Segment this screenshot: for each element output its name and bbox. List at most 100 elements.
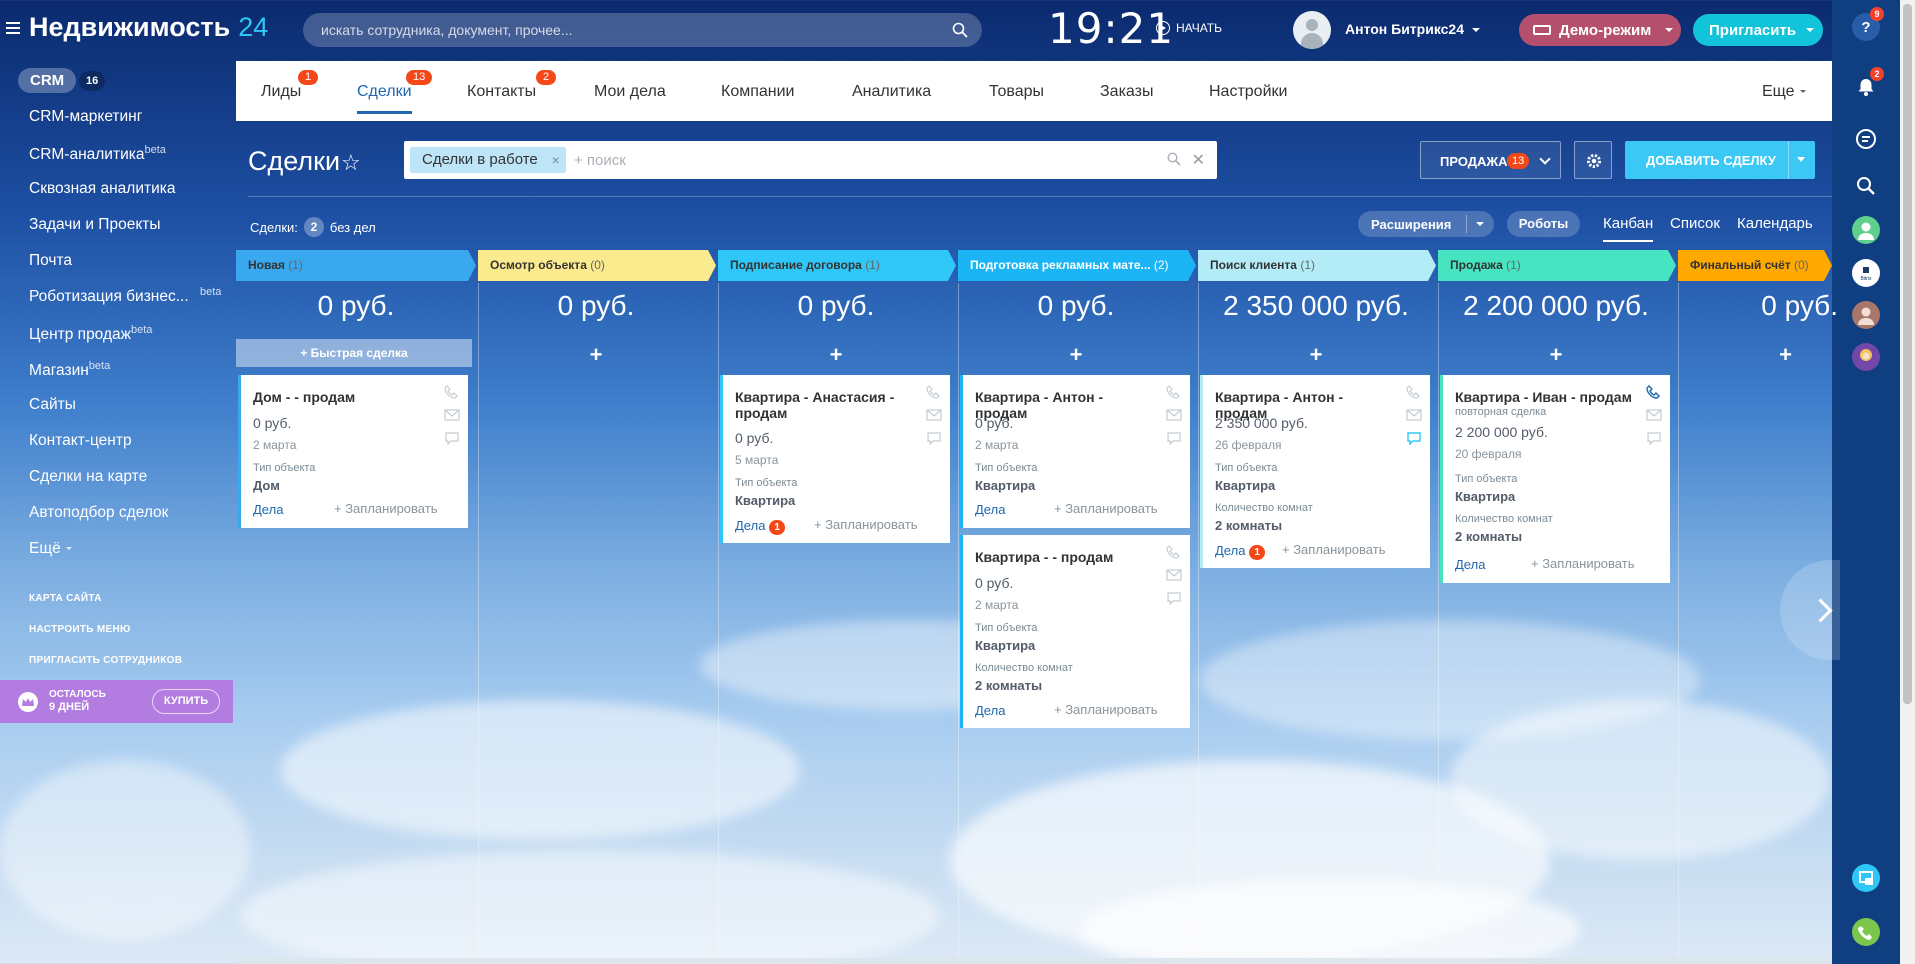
chat-icon[interactable]: [1166, 591, 1182, 605]
view-list[interactable]: Список: [1670, 215, 1720, 232]
robots-button[interactable]: Роботы: [1507, 211, 1580, 237]
contact-avatar-icon[interactable]: [1852, 343, 1880, 371]
sidebar-item-sites[interactable]: Сайты: [29, 396, 76, 414]
activities-link[interactable]: Дела: [975, 703, 1005, 718]
configure-menu-link[interactable]: НАСТРОИТЬ МЕНЮ: [29, 624, 131, 635]
activities-link[interactable]: Дела 1: [735, 518, 785, 535]
stage-header[interactable]: Подписание договора (1): [718, 250, 956, 281]
activities-link[interactable]: Дела: [253, 502, 283, 517]
pipeline-select-button[interactable]: ПРОДАЖА 13: [1420, 141, 1561, 179]
view-calendar[interactable]: Календарь: [1737, 215, 1813, 232]
phone-icon[interactable]: [1166, 385, 1182, 399]
schedule-link[interactable]: + Запланировать: [334, 501, 437, 516]
horizontal-scrollbar[interactable]: [236, 958, 1832, 964]
sidebar-item-robotization[interactable]: Роботизация бизнес...: [29, 288, 189, 306]
tab-contacts[interactable]: Контакты 2: [467, 70, 557, 101]
sidebar-item-deals-map[interactable]: Сделки на карте: [29, 468, 147, 486]
chevron-down-icon[interactable]: [1797, 157, 1805, 162]
sidebar-item-sales-center[interactable]: Центр продажbeta: [29, 324, 152, 344]
phone-icon[interactable]: [1166, 545, 1182, 559]
stage-header[interactable]: Поиск клиента (1): [1198, 250, 1436, 281]
mail-icon[interactable]: [1166, 568, 1182, 582]
global-search-input[interactable]: [321, 13, 921, 47]
tab-leads[interactable]: Лиды 1: [261, 70, 319, 101]
tab-more[interactable]: Еще: [1762, 83, 1806, 101]
user-menu[interactable]: Антон Битрикс24: [1345, 21, 1480, 37]
phone-call-icon[interactable]: [1852, 918, 1880, 946]
sidebar-item-shop[interactable]: Магазинbeta: [29, 360, 110, 380]
chat-icon[interactable]: [444, 431, 460, 445]
sidebar-item-more[interactable]: Ещё: [29, 540, 72, 558]
add-deal-plus-icon[interactable]: +: [958, 342, 1194, 368]
stage-header[interactable]: Подготовка рекламных мате... (2): [958, 250, 1196, 281]
page-scrollbar[interactable]: [1900, 0, 1915, 964]
deal-title[interactable]: Дом - - продам: [253, 389, 433, 405]
phone-icon[interactable]: [926, 385, 942, 399]
tab-analytics[interactable]: Аналитика: [852, 83, 931, 101]
schedule-link[interactable]: + Запланировать: [1531, 556, 1634, 571]
search-icon[interactable]: [952, 22, 968, 38]
demo-mode-button[interactable]: Демо-режим: [1519, 14, 1681, 46]
sidebar-item-crm-analytics[interactable]: CRM-аналитикаbeta: [29, 144, 166, 164]
add-deal-button[interactable]: ДОБАВИТЬ СДЕЛКУ: [1625, 141, 1815, 179]
start-workday-button[interactable]: НАЧАТЬ: [1156, 21, 1222, 35]
deal-card[interactable]: Квартира - Антон - продам 2 350 000 руб.…: [1200, 375, 1430, 568]
schedule-link[interactable]: + Запланировать: [814, 517, 917, 532]
star-icon[interactable]: ☆: [341, 150, 361, 176]
schedule-link[interactable]: + Запланировать: [1282, 542, 1385, 557]
deals-count-badge[interactable]: 2: [303, 217, 324, 237]
hamburger-menu-icon[interactable]: [6, 22, 20, 34]
tab-products[interactable]: Товары: [989, 83, 1044, 101]
deal-card[interactable]: Дом - - продам 0 руб. 2 марта Тип объект…: [238, 375, 468, 528]
deal-card[interactable]: Квартира - Антон - продам 0 руб. 2 марта…: [960, 375, 1190, 528]
sidebar-item-end-to-end-analytics[interactable]: Сквозная аналитика: [29, 180, 175, 198]
deal-card[interactable]: Квартира - Анастасия - продам 0 руб. 5 м…: [720, 375, 950, 543]
invite-employees-link[interactable]: ПРИГЛАСИТЬ СОТРУДНИКОВ: [29, 655, 182, 666]
contact-avatar-icon[interactable]: [1852, 216, 1880, 244]
close-icon[interactable]: ×: [552, 147, 560, 173]
stage-header[interactable]: Финальный счёт (0): [1678, 250, 1832, 281]
activities-link[interactable]: Дела 1: [1215, 543, 1265, 560]
mail-icon[interactable]: [1166, 408, 1182, 422]
bitrix-logo-icon[interactable]: Bitrix: [1852, 259, 1880, 287]
tab-settings[interactable]: Настройки: [1209, 83, 1287, 101]
sidebar-item-tasks[interactable]: Задачи и Проекты: [29, 216, 161, 234]
user-avatar[interactable]: [1293, 11, 1331, 49]
mail-icon[interactable]: [1646, 408, 1662, 422]
mail-icon[interactable]: [926, 408, 942, 422]
deal-card[interactable]: Квартира - - продам 0 руб. 2 марта Тип о…: [960, 535, 1190, 728]
activities-link[interactable]: Дела: [975, 502, 1005, 517]
chat-icon[interactable]: [1166, 431, 1182, 445]
scroll-right-arrow-icon[interactable]: [1780, 560, 1840, 660]
extensions-button[interactable]: Расширения: [1358, 211, 1494, 237]
deal-card[interactable]: Квартира - Иван - продам повторная сделк…: [1440, 375, 1670, 583]
add-deal-plus-icon[interactable]: +: [478, 342, 714, 368]
buy-button[interactable]: КУПИТЬ: [152, 689, 220, 714]
sidebar-item-mail[interactable]: Почта: [29, 252, 72, 270]
phone-icon[interactable]: [444, 385, 460, 399]
stage-header[interactable]: Продажа (1): [1438, 250, 1676, 281]
mail-icon[interactable]: [1406, 408, 1422, 422]
sitemap-link[interactable]: КАРТА САЙТА: [29, 593, 102, 604]
tab-deals[interactable]: Сделки 13: [357, 70, 433, 114]
view-kanban[interactable]: Канбан: [1603, 215, 1654, 242]
tab-my-activities[interactable]: Мои дела: [594, 83, 666, 101]
deal-title[interactable]: Квартира - Иван - продам: [1455, 389, 1635, 405]
chat-icon[interactable]: [1406, 431, 1422, 445]
stage-header[interactable]: Новая (1): [236, 250, 476, 281]
filter-search-input[interactable]: [574, 147, 1134, 173]
phone-icon[interactable]: [1646, 385, 1662, 399]
add-deal-plus-icon[interactable]: +: [718, 342, 954, 368]
add-deal-plus-icon[interactable]: +: [1198, 342, 1434, 368]
help-icon[interactable]: ? 9: [1852, 7, 1884, 41]
sidebar-item-contact-center[interactable]: Контакт-центр: [29, 432, 132, 450]
schedule-link[interactable]: + Запланировать: [1054, 501, 1157, 516]
schedule-link[interactable]: + Запланировать: [1054, 702, 1157, 717]
stage-header[interactable]: Осмотр объекта (0): [478, 250, 716, 281]
screen-share-icon[interactable]: [1852, 864, 1880, 892]
settings-button[interactable]: [1574, 141, 1612, 179]
bell-icon[interactable]: 2: [1852, 67, 1884, 101]
search-icon[interactable]: [1167, 152, 1181, 166]
sidebar-item-crm-marketing[interactable]: CRM-маркетинг: [29, 108, 142, 126]
tab-companies[interactable]: Компании: [721, 83, 795, 101]
